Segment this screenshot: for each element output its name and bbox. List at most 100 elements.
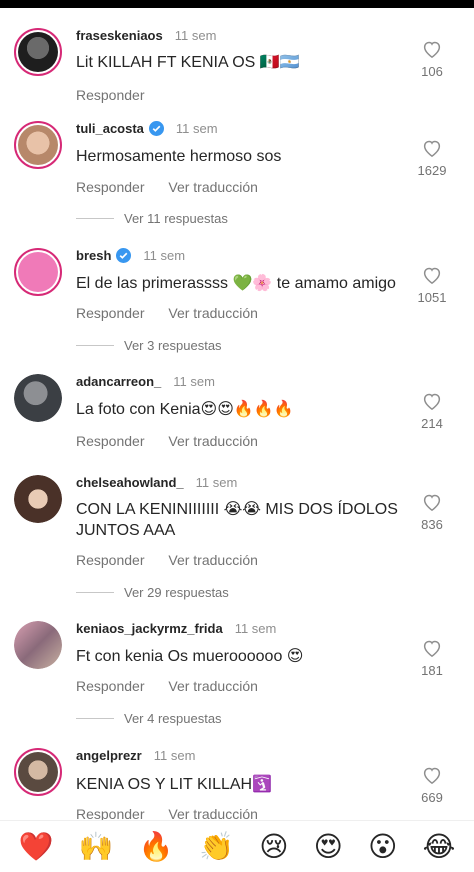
timestamp: 11 sem xyxy=(234,621,277,636)
like-button[interactable]: 836 xyxy=(412,493,452,532)
view-replies-label[interactable]: Ver 11 respuestas xyxy=(124,211,228,226)
surprised-emoji-button[interactable]: 😮 xyxy=(368,830,397,863)
comment-text: CON LA KENINIIIIIII 😭😭 MIS DOS ÍDOLOS JU… xyxy=(76,501,398,539)
comments-list[interactable]: fraseskeniaos 11 sem Lit KILLAH FT KENIA… xyxy=(0,8,474,820)
laughing-emoji-button[interactable]: 😂 xyxy=(423,830,456,863)
translate-button[interactable]: Ver traducción xyxy=(168,552,258,568)
username[interactable]: tuli_acosta xyxy=(76,121,144,136)
comment-text: KENIA OS Y LIT KILLAH🛐 xyxy=(76,776,273,793)
username[interactable]: keniaos_jackyrmz_frida xyxy=(76,621,223,636)
timestamp: 11 sem xyxy=(153,748,196,763)
heart-icon[interactable] xyxy=(422,639,442,657)
like-count: 214 xyxy=(421,416,443,431)
reply-button[interactable]: Responder xyxy=(76,87,145,103)
view-replies-label[interactable]: Ver 29 respuestas xyxy=(124,585,229,600)
replies-divider xyxy=(76,592,114,593)
username[interactable]: adancarreon_ xyxy=(76,374,161,389)
raised-hands-emoji-button[interactable]: 🙌 xyxy=(79,830,114,863)
heart-icon[interactable] xyxy=(422,766,442,784)
like-count: 669 xyxy=(421,790,443,805)
translate-button[interactable]: Ver traducción xyxy=(168,305,258,321)
heart-icon[interactable] xyxy=(422,139,442,157)
clapping-emoji-button[interactable]: 👏 xyxy=(199,830,234,863)
comment-actions: Responder Ver traducción xyxy=(76,552,278,568)
fire-emoji-button[interactable]: 🔥 xyxy=(139,830,174,863)
like-button[interactable]: 1629 xyxy=(412,139,452,178)
comment-text: La foto con Kenia😍😍🔥🔥🔥 xyxy=(76,401,294,418)
like-button[interactable]: 1051 xyxy=(412,266,452,305)
translate-button[interactable]: Ver traducción xyxy=(168,179,258,195)
avatar[interactable] xyxy=(14,374,62,422)
timestamp: 11 sem xyxy=(173,374,215,389)
username[interactable]: fraseskeniaos xyxy=(76,28,163,43)
reply-button[interactable]: Responder xyxy=(76,806,145,820)
like-count: 181 xyxy=(421,663,443,678)
like-count: 1051 xyxy=(417,290,447,305)
like-button[interactable]: 669 xyxy=(412,766,452,805)
view-replies-label[interactable]: Ver 3 respuestas xyxy=(124,338,222,353)
like-count: 836 xyxy=(421,517,443,532)
avatar[interactable] xyxy=(14,248,62,296)
avatar[interactable] xyxy=(14,621,62,669)
comment-meta: tuli_acosta 11 sem xyxy=(76,121,218,136)
like-count: 1629 xyxy=(417,163,447,178)
reply-button[interactable]: Responder xyxy=(76,552,145,568)
like-button[interactable]: 106 xyxy=(412,40,452,79)
comment-actions: Responder Ver traducción xyxy=(76,806,278,820)
heart-icon[interactable] xyxy=(422,266,442,284)
like-count: 106 xyxy=(421,64,443,79)
heart-eyes-emoji-button[interactable]: 😍 xyxy=(314,830,343,863)
comment-actions: Responder Ver traducción xyxy=(76,433,278,449)
comment-meta: bresh 11 sem xyxy=(76,248,185,263)
comment-text: Ft con kenia Os mueroooooo 😍 xyxy=(76,648,304,665)
like-button[interactable]: 181 xyxy=(412,639,452,678)
comment-meta: angelprezr 11 sem xyxy=(76,748,195,763)
view-replies-button[interactable]: Ver 4 respuestas xyxy=(76,711,376,726)
view-replies-button[interactable]: Ver 29 respuestas xyxy=(76,585,376,600)
avatar[interactable] xyxy=(14,475,62,523)
avatar[interactable] xyxy=(14,28,62,76)
avatar[interactable] xyxy=(14,748,62,796)
username[interactable]: angelprezr xyxy=(76,748,142,763)
timestamp: 11 sem xyxy=(175,121,218,136)
reply-button[interactable]: Responder xyxy=(76,433,145,449)
username[interactable]: chelseahowland_ xyxy=(76,475,184,490)
comment-actions: Responder Ver traducción xyxy=(76,305,278,321)
timestamp: 11 sem xyxy=(195,475,238,490)
comment-actions: Responder Ver traducción xyxy=(76,678,278,694)
comment-text: Lit KILLAH FT KENIA OS 🇲🇽🇦🇷 xyxy=(76,54,300,71)
like-button[interactable]: 214 xyxy=(412,392,452,431)
heart-icon[interactable] xyxy=(422,40,442,58)
view-replies-button[interactable]: Ver 3 respuestas xyxy=(76,338,376,353)
timestamp: 11 sem xyxy=(174,28,217,43)
comment-text: El de las primerassss 💚🌸 te amamo amigo xyxy=(76,275,396,292)
translate-button[interactable]: Ver traducción xyxy=(168,806,258,820)
reply-button[interactable]: Responder xyxy=(76,179,145,195)
translate-button[interactable]: Ver traducción xyxy=(168,678,258,694)
quick-reaction-bar: ❤️ 🙌 🔥 👏 😢 😍 😮 😂 xyxy=(0,820,474,872)
comment-actions: Responder Ver traducción xyxy=(76,179,278,195)
heart-emoji-button[interactable]: ❤️ xyxy=(19,830,54,863)
replies-divider xyxy=(76,218,114,219)
view-replies-button[interactable]: Ver 11 respuestas xyxy=(76,211,376,226)
comment-meta: fraseskeniaos 11 sem xyxy=(76,28,216,43)
comment-actions: Responder xyxy=(76,87,165,103)
avatar[interactable] xyxy=(14,121,62,169)
comment-meta: adancarreon_ 11 sem xyxy=(76,374,215,389)
status-bar xyxy=(0,0,474,8)
comment-meta: chelseahowland_ 11 sem xyxy=(76,475,237,490)
verified-badge-icon xyxy=(116,248,132,263)
verified-badge-icon xyxy=(148,121,164,136)
comment-meta: keniaos_jackyrmz_frida 11 sem xyxy=(76,621,276,636)
translate-button[interactable]: Ver traducción xyxy=(168,433,258,449)
crying-emoji-button[interactable]: 😢 xyxy=(259,830,288,863)
reply-button[interactable]: Responder xyxy=(76,305,145,321)
reply-button[interactable]: Responder xyxy=(76,678,145,694)
replies-divider xyxy=(76,345,114,346)
username[interactable]: bresh xyxy=(76,248,111,263)
heart-icon[interactable] xyxy=(422,493,442,511)
comment-text: Hermosamente hermoso sos xyxy=(76,148,282,165)
heart-icon[interactable] xyxy=(422,392,442,410)
timestamp: 11 sem xyxy=(143,248,186,263)
view-replies-label[interactable]: Ver 4 respuestas xyxy=(124,711,222,726)
